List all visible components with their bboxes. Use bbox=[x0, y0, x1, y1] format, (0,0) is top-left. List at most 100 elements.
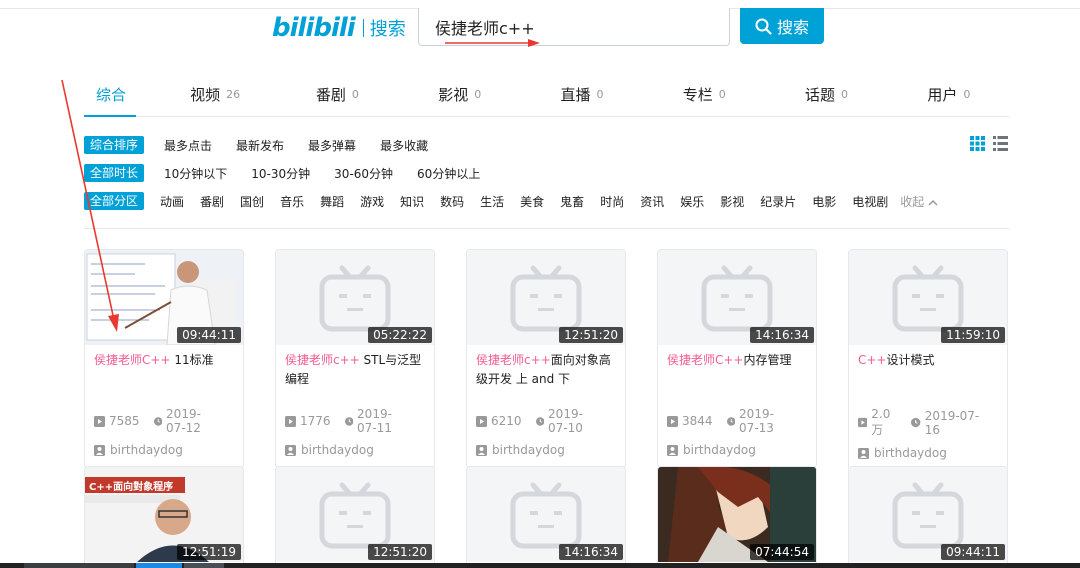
zone-filter-item[interactable]: 知识 bbox=[400, 193, 424, 210]
video-card[interactable]: 14:16:34 bbox=[466, 466, 626, 568]
list-view-icon[interactable] bbox=[993, 136, 1008, 151]
video-card[interactable]: 09:44:11 bbox=[848, 466, 1008, 568]
duration-filter-item[interactable]: 30-60分钟 bbox=[334, 165, 393, 182]
zone-filter-item[interactable]: 游戏 bbox=[360, 193, 384, 210]
result-type-tabs: 综合 视频 26 番剧 0 影视 0 直播 0 专栏 0 话题 0 用户 0 bbox=[84, 72, 1010, 117]
logo-mark: bilibili bbox=[272, 13, 356, 43]
order-filter-item[interactable]: 最多收藏 bbox=[380, 137, 428, 154]
video-thumbnail[interactable]: 12:51:20 bbox=[276, 467, 434, 562]
video-meta: 7585 2019-07-12 bbox=[85, 393, 243, 435]
duration-filter-selected[interactable]: 全部时长 bbox=[84, 164, 145, 182]
video-card[interactable]: 05:22:22 侯捷老师c++ STL与泛型编程 1776 2019-07-1… bbox=[275, 249, 435, 468]
view-toggle bbox=[970, 136, 1008, 151]
search-input[interactable] bbox=[418, 8, 730, 46]
tab-video[interactable]: 视频 26 bbox=[154, 72, 276, 116]
video-duration: 09:44:11 bbox=[177, 327, 241, 343]
tab-label: 视频 bbox=[190, 85, 221, 104]
clock-icon bbox=[911, 417, 921, 428]
zone-filter-item[interactable]: 鬼畜 bbox=[560, 193, 584, 210]
video-thumbnail[interactable]: 05:22:22 bbox=[276, 250, 434, 345]
duration-filter-item[interactable]: 10-30分钟 bbox=[251, 165, 310, 182]
tab-user[interactable]: 用户 0 bbox=[888, 72, 1010, 116]
video-thumbnail[interactable]: 09:44:11 bbox=[849, 467, 1007, 562]
tab-count: 26 bbox=[226, 87, 241, 101]
user-icon bbox=[476, 444, 487, 456]
zone-filter-item[interactable]: 纪录片 bbox=[760, 193, 796, 210]
tab-count: 0 bbox=[596, 87, 604, 101]
uploader-name: birthdaydog bbox=[301, 443, 374, 457]
order-filter-item[interactable]: 最多点击 bbox=[164, 137, 212, 154]
tab-all[interactable]: 综合 bbox=[84, 72, 154, 117]
video-card[interactable]: 09:44:11 侯捷老师C++ 11标准 7585 2019-07-12 bi… bbox=[84, 249, 244, 468]
zone-filter-selected[interactable]: 全部分区 bbox=[84, 192, 145, 210]
video-duration: 07:44:54 bbox=[750, 544, 814, 560]
order-filter-item[interactable]: 最新发布 bbox=[236, 137, 284, 154]
zone-filter-item[interactable]: 舞蹈 bbox=[320, 193, 344, 210]
video-meta: 3844 2019-07-13 bbox=[658, 393, 816, 435]
video-thumbnail[interactable]: C++面向對象程序 12:51:19 bbox=[85, 467, 243, 562]
tab-count: 0 bbox=[351, 87, 359, 101]
duration-filter-item[interactable]: 10分钟以下 bbox=[164, 165, 227, 182]
order-filter-item[interactable]: 最多弹幕 bbox=[308, 137, 356, 154]
uploader[interactable]: birthdaydog bbox=[276, 435, 434, 467]
video-title[interactable]: 侯捷老师C++ 11标准 bbox=[85, 345, 243, 393]
zone-filter-item[interactable]: 电视剧 bbox=[852, 193, 888, 210]
zone-filter-item[interactable]: 电影 bbox=[812, 193, 836, 210]
video-card[interactable]: 07:44:54 bbox=[657, 466, 817, 568]
bilibili-logo[interactable]: bilibili 搜索 bbox=[272, 12, 406, 44]
order-filter-row: 综合排序 最多点击 最新发布 最多弹幕 最多收藏 bbox=[84, 135, 440, 155]
zone-filter-item[interactable]: 番剧 bbox=[200, 193, 224, 210]
play-count: 7585 bbox=[94, 414, 140, 428]
zone-filter-item[interactable]: 娱乐 bbox=[680, 193, 704, 210]
zone-filter-item[interactable]: 数码 bbox=[440, 193, 464, 210]
video-card[interactable]: 11:59:10 C++设计模式 2.0万 2019-07-16 birthda… bbox=[848, 249, 1008, 471]
tab-topic[interactable]: 话题 0 bbox=[765, 72, 887, 116]
video-thumbnail[interactable]: 07:44:54 bbox=[658, 467, 816, 562]
zone-filter-item[interactable]: 音乐 bbox=[280, 193, 304, 210]
video-duration: 14:16:34 bbox=[559, 544, 623, 560]
duration-filter-item[interactable]: 60分钟以上 bbox=[417, 165, 480, 182]
tab-movie[interactable]: 影视 0 bbox=[399, 72, 521, 116]
play-count-value: 3844 bbox=[682, 414, 713, 428]
collapse-toggle[interactable]: 收起 bbox=[900, 193, 938, 210]
tab-label: 话题 bbox=[805, 85, 836, 104]
tab-live[interactable]: 直播 0 bbox=[521, 72, 643, 116]
user-icon bbox=[94, 444, 105, 456]
zone-filter-item[interactable]: 国创 bbox=[240, 193, 264, 210]
zone-filter-item[interactable]: 资讯 bbox=[640, 193, 664, 210]
video-title[interactable]: 侯捷老师C++内存管理 bbox=[658, 345, 816, 393]
video-thumbnail[interactable]: 11:59:10 bbox=[849, 250, 1007, 345]
uploader[interactable]: birthdaydog bbox=[85, 435, 243, 467]
video-thumbnail[interactable]: 14:16:34 bbox=[658, 250, 816, 345]
video-card[interactable]: C++面向對象程序 12:51:19 bbox=[84, 466, 244, 568]
video-title[interactable]: 侯捷老师c++面向对象高级开发 上 and 下 bbox=[467, 345, 625, 393]
search-button[interactable]: 搜索 bbox=[740, 8, 824, 44]
tab-label: 综合 bbox=[96, 85, 127, 104]
tab-bangumi[interactable]: 番剧 0 bbox=[276, 72, 398, 116]
uploader[interactable]: birthdaydog bbox=[658, 435, 816, 467]
zone-filter-item[interactable]: 时尚 bbox=[600, 193, 624, 210]
video-thumbnail[interactable]: 12:51:20 bbox=[467, 250, 625, 345]
video-duration: 12:51:20 bbox=[368, 544, 432, 560]
uploader[interactable]: birthdaydog bbox=[467, 435, 625, 467]
grid-view-icon[interactable] bbox=[970, 136, 985, 151]
user-icon bbox=[285, 444, 296, 456]
order-filter-selected[interactable]: 综合排序 bbox=[84, 136, 145, 154]
zone-filter-item[interactable]: 生活 bbox=[480, 193, 504, 210]
zone-filter-item[interactable]: 动画 bbox=[160, 193, 184, 210]
zone-filter-item[interactable]: 美食 bbox=[520, 193, 544, 210]
video-card[interactable]: 14:16:34 侯捷老师C++内存管理 3844 2019-07-13 bir… bbox=[657, 249, 817, 468]
search-button-label: 搜索 bbox=[776, 18, 809, 37]
video-duration: 11:59:10 bbox=[941, 327, 1005, 343]
video-thumbnail[interactable]: 09:44:11 bbox=[85, 250, 243, 345]
user-icon bbox=[858, 447, 869, 459]
video-title[interactable]: C++设计模式 bbox=[849, 345, 1007, 393]
zone-filter-item[interactable]: 影视 bbox=[720, 193, 744, 210]
tab-article[interactable]: 专栏 0 bbox=[643, 72, 765, 116]
video-card[interactable]: 12:51:20 侯捷老师c++面向对象高级开发 上 and 下 6210 20… bbox=[466, 249, 626, 468]
uploader-name: birthdaydog bbox=[492, 443, 565, 457]
taskbar-strip bbox=[0, 563, 1080, 568]
video-title[interactable]: 侯捷老师c++ STL与泛型编程 bbox=[276, 345, 434, 393]
video-card[interactable]: 12:51:20 bbox=[275, 466, 435, 568]
video-thumbnail[interactable]: 14:16:34 bbox=[467, 467, 625, 562]
